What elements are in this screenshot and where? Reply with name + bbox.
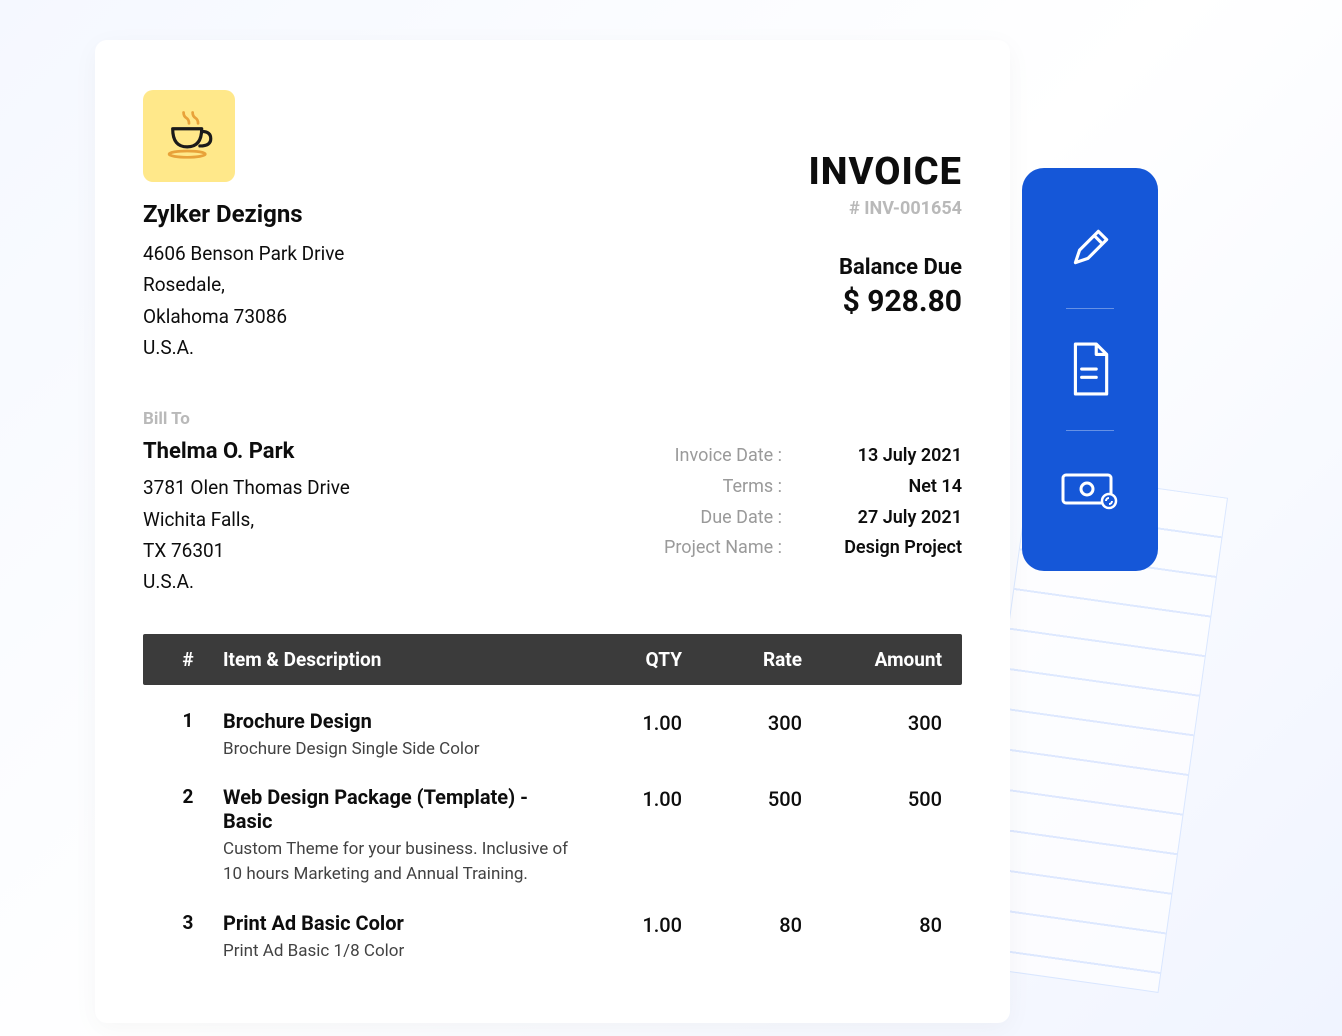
edit-button[interactable] [1045,203,1135,293]
item-rate: 500 [682,785,802,886]
payment-link-button[interactable] [1045,446,1135,536]
row-num: 2 [163,785,213,886]
table-row: 1 Brochure Design Brochure Design Single… [143,685,962,762]
col-header-num: # [163,648,213,671]
bill-to-name: Thelma O. Park [143,439,350,464]
col-header-desc: Item & Description [213,648,572,671]
bill-to-addr-line: 3781 Olen Thomas Drive [143,472,350,503]
pencil-icon [1065,223,1115,273]
col-header-rate: Rate [682,648,802,671]
item-qty: 1.00 [572,911,682,964]
company-addr-line: Oklahoma 73086 [143,301,344,332]
invoice-number: # INV-001654 [808,198,962,219]
document-icon [1065,339,1115,399]
meta-row: Due Date : 27 July 2021 [642,503,962,534]
table-row: 2 Web Design Package (Template) - Basic … [143,761,962,886]
action-panel [1022,168,1158,571]
col-header-qty: QTY [572,648,682,671]
meta-key: Invoice Date : [642,441,822,472]
divider [1066,430,1114,431]
payment-link-icon [1059,469,1121,513]
bill-to-addr-line: TX 76301 [143,535,350,566]
document-button[interactable] [1045,324,1135,414]
meta-val: 27 July 2021 [822,503,962,534]
meta-val: Net 14 [822,472,962,503]
company-logo [143,90,235,182]
invoice-meta: Invoice Date : 13 July 2021 Terms : Net … [642,441,962,597]
meta-key: Project Name : [642,533,822,564]
company-name: Zylker Dezigns [143,200,344,228]
item-qty: 1.00 [572,785,682,886]
item-title: Web Design Package (Template) - Basic [223,785,572,833]
item-amount: 500 [802,785,942,886]
meta-key: Terms : [642,472,822,503]
company-addr-line: 4606 Benson Park Drive [143,238,344,269]
meta-key: Due Date : [642,503,822,534]
bill-to-addr-line: U.S.A. [143,566,350,597]
balance-due-amount: $ 928.80 [808,284,962,319]
meta-val: 13 July 2021 [822,441,962,472]
bill-to-addr-line: Wichita Falls, [143,504,350,535]
bill-to-label: Bill To [143,409,350,429]
row-num: 3 [163,911,213,964]
coffee-cup-icon [160,107,218,165]
item-rate: 300 [682,709,802,762]
item-amount: 80 [802,911,942,964]
item-title: Brochure Design [223,709,572,733]
line-items-table: # Item & Description QTY Rate Amount 1 B… [143,634,962,964]
meta-val: Design Project [822,533,962,564]
table-header: # Item & Description QTY Rate Amount [143,634,962,685]
meta-row: Project Name : Design Project [642,533,962,564]
company-addr-line: Rosedale, [143,269,344,300]
item-description: Print Ad Basic 1/8 Color [223,939,572,964]
item-title: Print Ad Basic Color [223,911,572,935]
invoice-card: Zylker Dezigns 4606 Benson Park Drive Ro… [95,40,1010,1023]
item-rate: 80 [682,911,802,964]
invoice-title: INVOICE [808,150,962,194]
col-header-amount: Amount [802,648,942,671]
item-qty: 1.00 [572,709,682,762]
company-addr-line: U.S.A. [143,332,344,363]
meta-row: Invoice Date : 13 July 2021 [642,441,962,472]
row-num: 1 [163,709,213,762]
item-description: Custom Theme for your business. Inclusiv… [223,837,572,886]
meta-row: Terms : Net 14 [642,472,962,503]
divider [1066,308,1114,309]
item-amount: 300 [802,709,942,762]
table-row: 3 Print Ad Basic Color Print Ad Basic 1/… [143,887,962,964]
item-description: Brochure Design Single Side Color [223,737,572,762]
bill-to-block: Bill To Thelma O. Park 3781 Olen Thomas … [143,409,350,597]
balance-due-label: Balance Due [808,255,962,280]
